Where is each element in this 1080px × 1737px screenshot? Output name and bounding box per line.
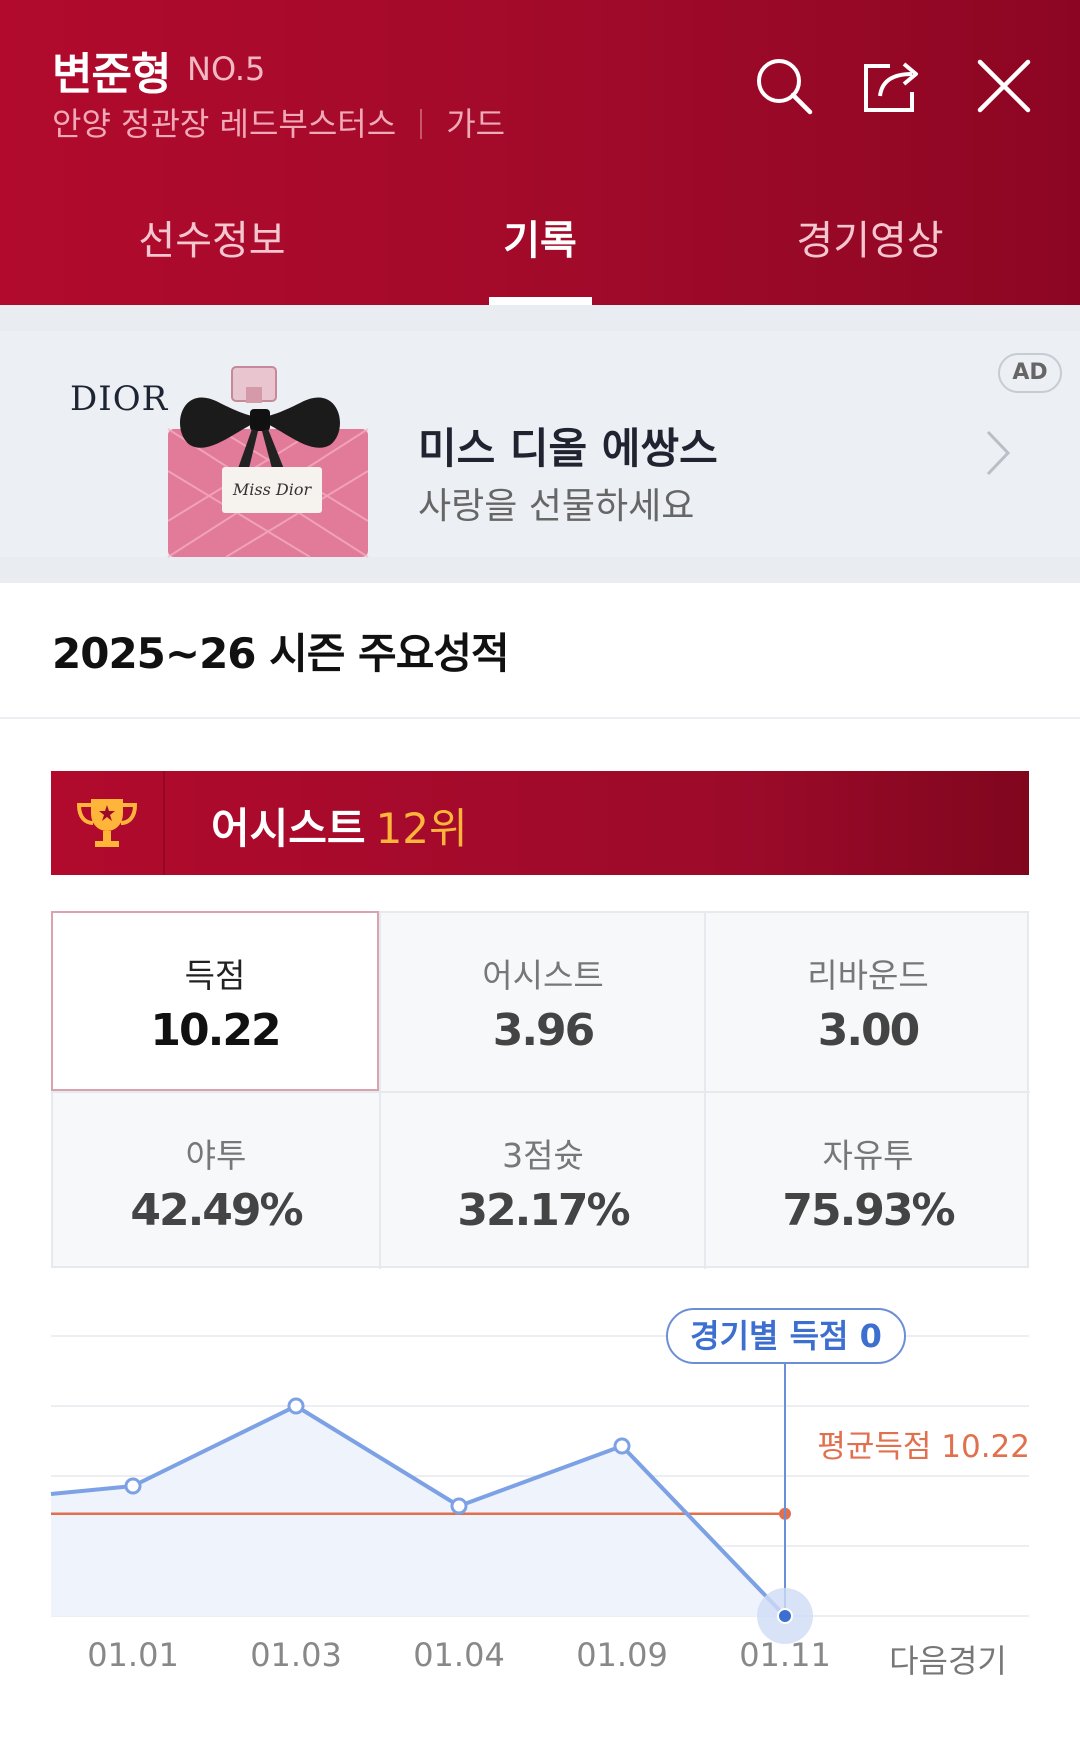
separator	[420, 109, 423, 139]
ad-badge: AD	[998, 353, 1062, 393]
team-name[interactable]: 안양 정관장 레드부스터스	[52, 105, 396, 143]
stats-grid: 득점 10.22 어시스트 3.96 리바운드 3.00 야투 42.49% 3…	[51, 911, 1030, 1269]
x-tick-label: 01.09	[576, 1636, 668, 1674]
selected-data-point	[777, 1608, 793, 1624]
average-value: 10.22	[941, 1429, 1030, 1465]
tab-records[interactable]: 기록	[390, 208, 690, 266]
x-tick-label: 01.01	[87, 1636, 179, 1674]
ad-title: 미스 디올 에쌍스	[418, 424, 718, 473]
search-icon[interactable]	[752, 54, 816, 118]
chevron-right-icon[interactable]	[985, 429, 1011, 477]
rank-banner: 어시스트 12위	[51, 771, 1029, 875]
x-tick-label: 01.03	[250, 1636, 342, 1674]
data-point	[124, 1477, 142, 1495]
ad-subtitle: 사랑을 선물하세요	[418, 486, 695, 527]
stat-cell-points[interactable]: 득점 10.22	[51, 911, 379, 1091]
stat-cell-field-goal[interactable]: 야투 42.49%	[53, 1091, 379, 1269]
player-position: 가드	[446, 105, 506, 143]
stat-value: 10.22	[150, 1005, 281, 1056]
tab-bar: 선수정보 기록 경기영상	[0, 180, 1080, 305]
player-number: NO.5	[187, 50, 266, 88]
stat-cell-rebounds[interactable]: 리바운드 3.00	[704, 913, 1030, 1091]
chart-area-fill	[51, 1406, 785, 1616]
perfume-bottle-image: Miss Dior	[167, 366, 369, 558]
stat-value: 3.00	[817, 1005, 921, 1056]
average-label-text: 평균득점	[817, 1429, 932, 1465]
stat-cell-assists[interactable]: 어시스트 3.96	[379, 913, 705, 1091]
tab-game-videos[interactable]: 경기영상	[720, 208, 1020, 266]
divider	[0, 717, 1080, 719]
data-point	[450, 1497, 468, 1515]
stat-value: 42.49%	[130, 1185, 303, 1236]
stat-value: 32.17%	[457, 1185, 630, 1236]
next-game-label[interactable]: 다음경기	[878, 1636, 1018, 1682]
tooltip-label: 경기별 득점	[690, 1317, 849, 1355]
rank-category: 어시스트	[211, 804, 366, 853]
x-tick-label: 01.04	[413, 1636, 505, 1674]
data-point	[613, 1437, 631, 1455]
team-line: 안양 정관장 레드부스터스 가드	[52, 99, 505, 145]
tooltip-value: 0	[859, 1317, 882, 1355]
x-tick-label: 01.11	[739, 1636, 831, 1674]
rank-label: 어시스트 12위	[211, 795, 468, 856]
stat-label: 야투	[185, 1136, 247, 1175]
stat-label: 리바운드	[807, 956, 929, 995]
stat-label: 어시스트	[482, 956, 604, 995]
tab-player-info[interactable]: 선수정보	[62, 208, 362, 266]
player-name: 변준형	[52, 49, 171, 100]
stat-label: 득점	[184, 956, 246, 995]
chart-tooltip: 경기별 득점 0	[666, 1308, 906, 1364]
rank-value: 12위	[375, 804, 468, 853]
stat-cell-three-point[interactable]: 3점슛 32.17%	[379, 1091, 705, 1269]
section-title: 2025~26 시즌 주요성적	[52, 629, 510, 678]
ad-content[interactable]: DIOR Miss Dior 미스 디올 에쌍스 사랑을 선물하세요 AD	[0, 331, 1080, 558]
stat-value: 75.93%	[782, 1185, 955, 1236]
data-point	[287, 1397, 305, 1415]
ad-banner[interactable]: DIOR Miss Dior 미스 디올 에쌍스 사랑을 선물하세요 AD	[0, 305, 1080, 583]
stat-label: 3점슛	[502, 1136, 584, 1175]
bottle-label: Miss Dior	[232, 480, 313, 499]
player-header: 변준형 NO.5 안양 정관장 레드부스터스 가드 선수정보 기록 경기영상	[0, 0, 1080, 305]
active-tab-indicator	[489, 297, 592, 305]
stat-label: 자유투	[822, 1136, 914, 1175]
stat-value: 3.96	[492, 1005, 596, 1056]
trophy-icon	[76, 799, 138, 847]
ad-brand-logo: DIOR	[70, 379, 169, 419]
share-icon[interactable]	[860, 54, 924, 118]
rank-icon-box	[51, 771, 165, 875]
average-label: 평균득점 10.22	[790, 1421, 1030, 1466]
stat-cell-free-throw[interactable]: 자유투 75.93%	[704, 1091, 1030, 1269]
close-icon[interactable]	[972, 54, 1036, 118]
